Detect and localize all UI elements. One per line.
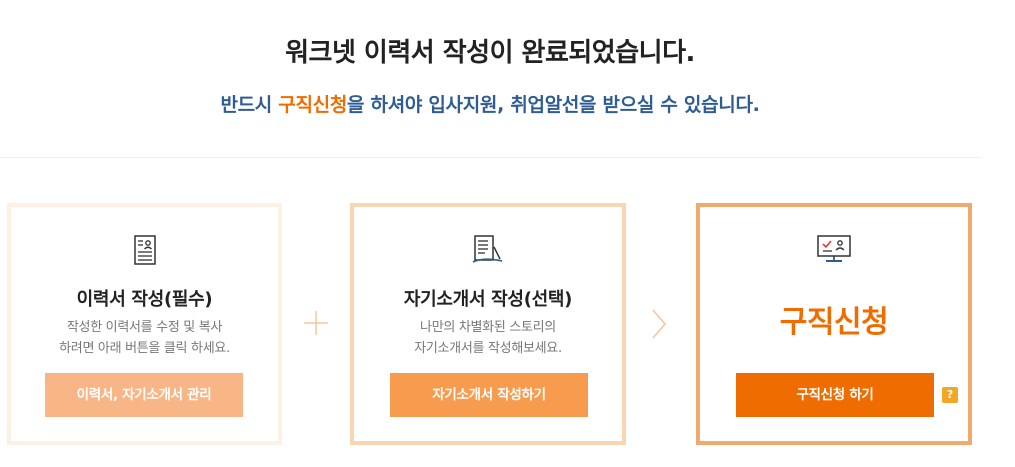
resume-complete-page: 워크넷 이력서 작성이 완료되었습니다. 반드시 구직신청을 하셔야 입사지원,…	[0, 0, 1015, 467]
manage-resume-button[interactable]: 이력서, 자기소개서 관리	[45, 373, 243, 417]
apply-for-job-button[interactable]: 구직신청 하기	[736, 373, 934, 417]
cover-letter-card: 자기소개서 작성(선택) 나만의 차별화된 스토리의 자기소개서를 작성해보세요…	[350, 203, 626, 445]
chevron-right-icon	[650, 308, 668, 344]
subtitle-prefix: 반드시	[220, 94, 279, 116]
cover-letter-icon	[472, 235, 504, 269]
plus-icon	[303, 310, 329, 340]
page-subtitle: 반드시 구직신청을 하셔야 입사지원, 취업알선을 받으실 수 있습니다.	[0, 90, 980, 117]
cover-letter-card-description: 나만의 차별화된 스토리의 자기소개서를 작성해보세요.	[354, 317, 622, 359]
job-application-card: 구직신청 구직신청 하기 ?	[696, 203, 972, 445]
resume-card: 이력서 작성(필수) 작성한 이력서를 수정 및 복사 하려면 아래 버튼을 클…	[7, 203, 282, 445]
subtitle-suffix: 을 하셔야 입사지원, 취업알선을 받으실 수 있습니다.	[347, 94, 760, 116]
page-title: 워크넷 이력서 작성이 완료되었습니다.	[285, 38, 695, 68]
cover-letter-card-title: 자기소개서 작성(선택)	[403, 289, 573, 310]
resume-document-icon	[133, 235, 156, 269]
write-cover-letter-button[interactable]: 자기소개서 작성하기	[390, 373, 588, 417]
section-divider	[0, 157, 982, 158]
resume-card-desc-line: 하려면 아래 버튼을 클릭 하세요.	[59, 341, 230, 356]
cover-letter-desc-line: 자기소개서를 작성해보세요.	[414, 341, 562, 356]
resume-card-title: 이력서 작성(필수)	[76, 289, 213, 310]
monitor-apply-icon	[817, 235, 851, 267]
resume-card-desc-line: 작성한 이력서를 수정 및 복사	[66, 320, 223, 335]
help-icon[interactable]: ?	[942, 387, 958, 403]
job-application-title: 구직신청	[779, 305, 889, 340]
cover-letter-desc-line: 나만의 차별화된 스토리의	[420, 320, 556, 335]
resume-card-description: 작성한 이력서를 수정 및 복사 하려면 아래 버튼을 클릭 하세요.	[11, 317, 278, 359]
subtitle-highlight: 구직신청	[278, 94, 348, 116]
